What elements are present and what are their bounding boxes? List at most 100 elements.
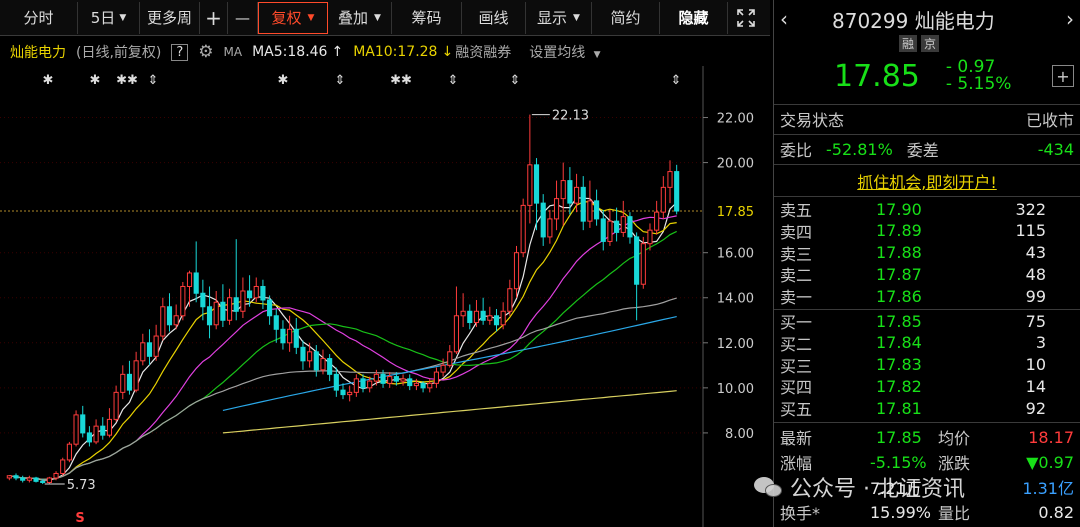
promo-row[interactable]: 抓住机会,即刻开户!: [780, 170, 1074, 192]
high-annotation-label: 22.13: [552, 109, 589, 124]
candle-body: [567, 180, 573, 204]
latest-label: 最新: [780, 429, 813, 448]
candle-body: [480, 310, 486, 321]
sell-order-label: 卖四: [780, 222, 813, 242]
turnover-value: 15.99%: [870, 502, 932, 522]
candle-body: [80, 414, 86, 434]
sell-order-volume: 115: [1015, 221, 1046, 241]
ma-label: MA: [223, 45, 243, 59]
ma-line-ma10: [9, 200, 677, 480]
event-markers: ✱ ✱ ✱✱ ⇕ ✱ ⇕ ✱✱ ⇕ ⇕ ⇕: [43, 73, 682, 88]
buy-order-row: 买一 17.85 75: [780, 310, 1074, 333]
toolbar: 分时 5日 ▼ 更多周 + — 复权 ▼ 叠加 ▼ 筹码 画线 显示 ▼ 简约 …: [0, 0, 770, 36]
tab-more-period[interactable]: 更多周: [140, 1, 200, 34]
ma5-value: MA5:18.46: [252, 44, 328, 60]
simple-mode-button[interactable]: 简约: [592, 1, 660, 34]
candle-body: [220, 301, 226, 321]
candle-body: [420, 382, 426, 389]
candle-body: [427, 382, 433, 389]
buy-order-label: 买一: [780, 313, 813, 332]
sell-order-row: 卖三 17.88 43: [780, 242, 1074, 264]
candle-body: [233, 297, 239, 312]
candle-body: [373, 373, 379, 382]
weicha-value: -434: [1037, 139, 1074, 159]
candle-body: [380, 373, 386, 384]
margin-trading-link[interactable]: 融资融券: [455, 42, 511, 62]
candle-body: [126, 373, 133, 391]
candle-body: [33, 477, 39, 482]
candle-body: [213, 301, 219, 326]
price-axis: 22.00 20.00 16.00 14.00 12.00 10.00 8.00 17.85: [703, 112, 754, 442]
help-button[interactable]: ?: [171, 43, 189, 61]
candle-body: [507, 288, 513, 312]
buy-order-volume: 75: [1025, 311, 1046, 331]
candle-body: [6, 475, 12, 479]
candle-body: [267, 299, 273, 317]
draw-line-button[interactable]: 画线: [462, 1, 526, 34]
candle-body: [206, 306, 213, 326]
tab-5day-label: 5日: [90, 9, 116, 27]
margin-tag: 融: [899, 34, 918, 52]
set-ma-button[interactable]: 设置均线 ▼: [529, 42, 600, 62]
candle-body: [146, 342, 153, 357]
event-marker-icon: ✱: [43, 73, 54, 88]
sell-order-label: 卖二: [780, 266, 813, 286]
candle-body: [293, 328, 299, 348]
candle-body: [580, 186, 586, 222]
sell-order-price: 17.86: [876, 286, 922, 306]
candle-body: [280, 328, 286, 344]
add-watchlist-button[interactable]: +: [1052, 65, 1074, 87]
candle-body: [627, 216, 633, 238]
zoom-out-button[interactable]: —: [228, 1, 258, 34]
candle-body: [487, 315, 493, 321]
candle-body: [253, 285, 259, 299]
axis-tick-label: 12.00: [717, 337, 754, 352]
kline-chart[interactable]: ✱ ✱ ✱✱ ⇕ ✱ ⇕ ✱✱ ⇕ ⇕ ⇕ 22.0020.0016.0014.0012.0010…: [0, 66, 770, 527]
hide-button[interactable]: 隐藏: [660, 1, 728, 34]
candle-body: [247, 290, 253, 299]
candle-body: [53, 472, 59, 479]
fullscreen-icon[interactable]: [728, 2, 764, 34]
chip-button[interactable]: 筹码: [392, 1, 462, 34]
sell-order-row: 卖一 17.86 99: [780, 285, 1074, 308]
event-marker-icon: ✱✱: [116, 73, 138, 88]
sell-order-row: 卖二 17.87 48: [780, 263, 1074, 286]
exchange-tag: 京: [921, 34, 940, 52]
candle-body: [173, 315, 179, 326]
candle-body: [60, 459, 66, 474]
candle-body: [320, 358, 326, 371]
turnover-label: 换手*: [780, 504, 821, 523]
candle-body: [367, 380, 373, 389]
buy-order-label: 买五: [780, 400, 813, 420]
candle-body: [660, 186, 666, 213]
candle-body: [333, 373, 339, 391]
axis-tick-label: 14.00: [717, 292, 754, 307]
axis-tick-label: 8.00: [725, 427, 754, 442]
candle-body: [573, 186, 580, 204]
latest-value: 17.85: [876, 427, 922, 447]
prev-stock-button[interactable]: ‹: [780, 7, 788, 31]
zhangfu-row: 涨幅 -5.15% 涨跌 ▼0.97: [780, 451, 1074, 474]
tab-5day[interactable]: 5日 ▼: [78, 1, 140, 34]
next-stock-button[interactable]: ›: [1066, 7, 1074, 31]
adjust-price-button[interactable]: 复权 ▼: [258, 1, 328, 34]
wechat-icon: [754, 475, 784, 499]
open-account-link[interactable]: 抓住机会,即刻开户!: [857, 169, 997, 193]
zoom-in-button[interactable]: +: [200, 1, 228, 34]
overlay-button[interactable]: 叠加 ▼: [328, 1, 392, 34]
candle-body: [93, 425, 99, 443]
tab-intraday[interactable]: 分时: [0, 1, 78, 34]
candle-body: [647, 229, 653, 245]
event-marker-icon: ✱: [278, 73, 289, 88]
candle-body: [473, 310, 480, 324]
candle-body: [260, 285, 266, 301]
candle-body: [193, 272, 199, 294]
gear-icon[interactable]: ⚙: [198, 42, 213, 62]
event-marker-icon: ⇕: [510, 73, 521, 88]
candle-body: [340, 389, 346, 396]
set-ma-label: 设置均线: [529, 45, 586, 61]
buy-order-row: 买五 17.81 92: [780, 397, 1074, 420]
low-annotation-label: 5.73: [67, 478, 96, 493]
display-button[interactable]: 显示 ▼: [526, 1, 592, 34]
candle-body: [360, 378, 366, 389]
